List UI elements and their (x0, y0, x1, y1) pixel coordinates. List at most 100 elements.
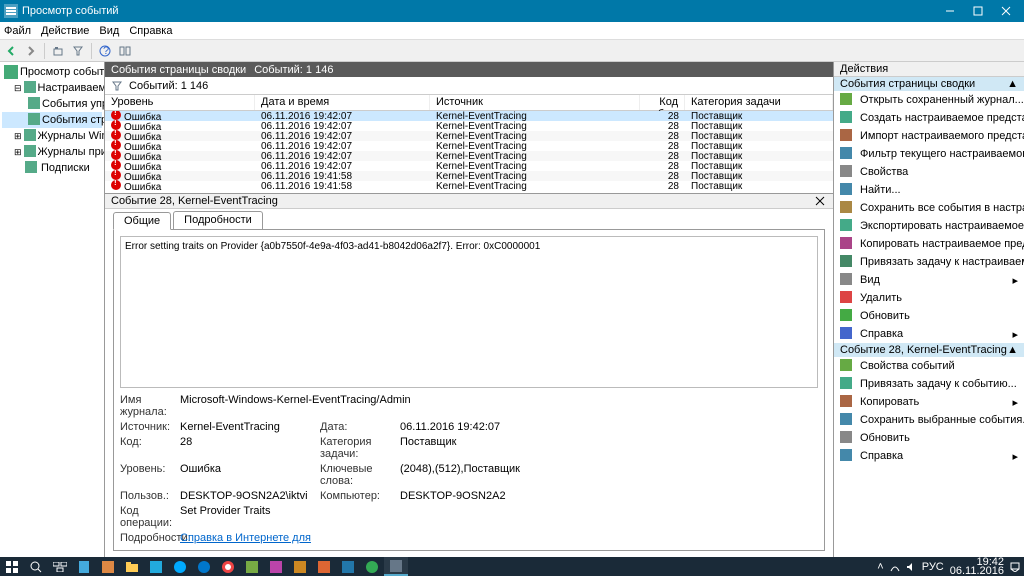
actions-header: Действия (834, 62, 1024, 77)
menu-action[interactable]: Действие (41, 25, 89, 37)
detail-title: Событие 28, Kernel-EventTracing (111, 195, 278, 207)
tab-details[interactable]: Подробности (173, 211, 263, 229)
filter-count: Событий: 1 146 (129, 80, 208, 92)
center-header-count: Событий: 1 146 (254, 64, 333, 76)
event-row[interactable]: Ошибка06.11.2016 19:41:58Kernel-EventTra… (105, 181, 833, 191)
detail-close-icon[interactable] (813, 194, 827, 208)
event-grid[interactable]: Ошибка06.11.2016 19:42:07Kernel-EventTra… (105, 111, 833, 193)
task-view-icon[interactable] (48, 557, 72, 576)
action-item[interactable]: Обновить (834, 429, 1024, 447)
lang-indicator[interactable]: РУС (922, 561, 944, 573)
action-item[interactable]: Справка▸ (834, 325, 1024, 343)
event-viewer-task-icon[interactable] (384, 557, 408, 576)
network-icon[interactable] (890, 562, 900, 572)
col-datetime[interactable]: Дата и время (255, 95, 430, 110)
menu-view[interactable]: Вид (99, 25, 119, 37)
action-item[interactable]: Копировать настраиваемое представление..… (834, 235, 1024, 253)
tree-item[interactable]: ⊞Журналы Windows (2, 128, 102, 144)
up-button[interactable] (49, 42, 67, 60)
action-item[interactable]: Привязать задачу к настраиваемому предст… (834, 253, 1024, 271)
app-icon-1[interactable] (240, 557, 264, 576)
menu-help[interactable]: Справка (129, 25, 172, 37)
action-item[interactable]: Удалить (834, 289, 1024, 307)
tree-item[interactable]: События управления (2, 96, 102, 112)
notifications-icon[interactable] (1010, 562, 1020, 572)
collapse-icon[interactable]: ▲ (1007, 78, 1018, 90)
toolbar: ? (0, 40, 1024, 62)
app-icon-2[interactable] (264, 557, 288, 576)
minimize-button[interactable] (936, 0, 964, 22)
tree-item[interactable]: ⊟Настраиваемые представле (2, 80, 102, 96)
tree-item[interactable]: События страницы сво (2, 112, 102, 128)
tree-root[interactable]: Просмотр событий (Локальн (2, 64, 102, 80)
action-item[interactable]: Свойства (834, 163, 1024, 181)
col-source[interactable]: Источник (430, 95, 640, 110)
tree-item[interactable]: Подписки (2, 160, 102, 176)
titlebar: Просмотр событий (0, 0, 1024, 22)
center-panel: События страницы сводки Событий: 1 146 С… (105, 62, 834, 557)
action-item[interactable]: Сохранить все события в настраиваемом пр… (834, 199, 1024, 217)
volume-icon[interactable] (906, 562, 916, 572)
search-icon[interactable] (24, 557, 48, 576)
action-item[interactable]: Привязать задачу к событию... (834, 375, 1024, 393)
app-icon (4, 4, 18, 18)
forward-button[interactable] (22, 42, 40, 60)
actions-section-1: События страницы сводки ▲ (834, 77, 1024, 91)
event-message: Error setting traits on Provider {a0b755… (120, 236, 818, 388)
grid-header: Уровень Дата и время Источник Код событи… (105, 95, 833, 111)
tray-date[interactable]: 06.11.2016 (950, 567, 1004, 576)
action-item[interactable]: Вид▸ (834, 271, 1024, 289)
collapse-icon[interactable]: ▲ (1007, 344, 1018, 356)
action-item[interactable]: Сохранить выбранные события... (834, 411, 1024, 429)
col-category[interactable]: Категория задачи (685, 95, 833, 110)
action-item[interactable]: Импорт настраиваемого представления... (834, 127, 1024, 145)
svg-text:?: ? (103, 45, 109, 57)
tab-general[interactable]: Общие (113, 212, 171, 230)
close-button[interactable] (992, 0, 1020, 22)
action-item[interactable]: Открыть сохраненный журнал... (834, 91, 1024, 109)
app-icon-4[interactable] (312, 557, 336, 576)
action-item[interactable]: Обновить (834, 307, 1024, 325)
help-link[interactable]: Справка в Интернете для (180, 532, 560, 544)
calculator-icon[interactable] (72, 557, 96, 576)
action-item[interactable]: Найти... (834, 181, 1024, 199)
app-icon-6[interactable] (360, 557, 384, 576)
center-header: События страницы сводки Событий: 1 146 (105, 62, 833, 77)
action-item[interactable]: Свойства событий (834, 357, 1024, 375)
filter-icon[interactable] (111, 80, 123, 92)
action-item[interactable]: Экспортировать настраиваемое представлен… (834, 217, 1024, 235)
menubar: Файл Действие Вид Справка (0, 22, 1024, 40)
action-item[interactable]: Справка▸ (834, 447, 1024, 465)
explorer-icon[interactable] (120, 557, 144, 576)
col-event-id[interactable]: Код события (640, 95, 685, 110)
detail-body: Error setting traits on Provider {a0b755… (113, 229, 825, 551)
help-button[interactable]: ? (96, 42, 114, 60)
system-tray[interactable]: ˄ РУС 19:42 06.11.2016 (873, 558, 1024, 576)
maximize-button[interactable] (964, 0, 992, 22)
start-button[interactable] (0, 557, 24, 576)
taskbar: ˄ РУС 19:42 06.11.2016 (0, 557, 1024, 576)
detail-tabs: Общие Подробности (105, 209, 833, 229)
event-viewer-icon (4, 65, 18, 79)
skype-icon[interactable] (168, 557, 192, 576)
col-level[interactable]: Уровень (105, 95, 255, 110)
window-title: Просмотр событий (22, 5, 936, 17)
tree-panel: Просмотр событий (Локальн ⊟Настраиваемые… (0, 62, 105, 557)
chrome-icon[interactable] (216, 557, 240, 576)
filter-row: Событий: 1 146 (105, 77, 833, 95)
action-item[interactable]: Фильтр текущего настраиваемого представл… (834, 145, 1024, 163)
tree-item[interactable]: ⊞Журналы приложений и сл (2, 144, 102, 160)
menu-file[interactable]: Файл (4, 25, 31, 37)
store-icon[interactable] (144, 557, 168, 576)
tray-up-icon[interactable]: ˄ (877, 561, 883, 573)
columns-button[interactable] (116, 42, 134, 60)
action-item[interactable]: Копировать▸ (834, 393, 1024, 411)
edge-icon[interactable] (192, 557, 216, 576)
app-icon-3[interactable] (288, 557, 312, 576)
actions-section-2: Событие 28, Kernel-EventTracing ▲ (834, 343, 1024, 357)
action-item[interactable]: Создать настраиваемое представление... (834, 109, 1024, 127)
filter-button[interactable] (69, 42, 87, 60)
app-icon-5[interactable] (336, 557, 360, 576)
taskmgr-icon[interactable] (96, 557, 120, 576)
back-button[interactable] (2, 42, 20, 60)
